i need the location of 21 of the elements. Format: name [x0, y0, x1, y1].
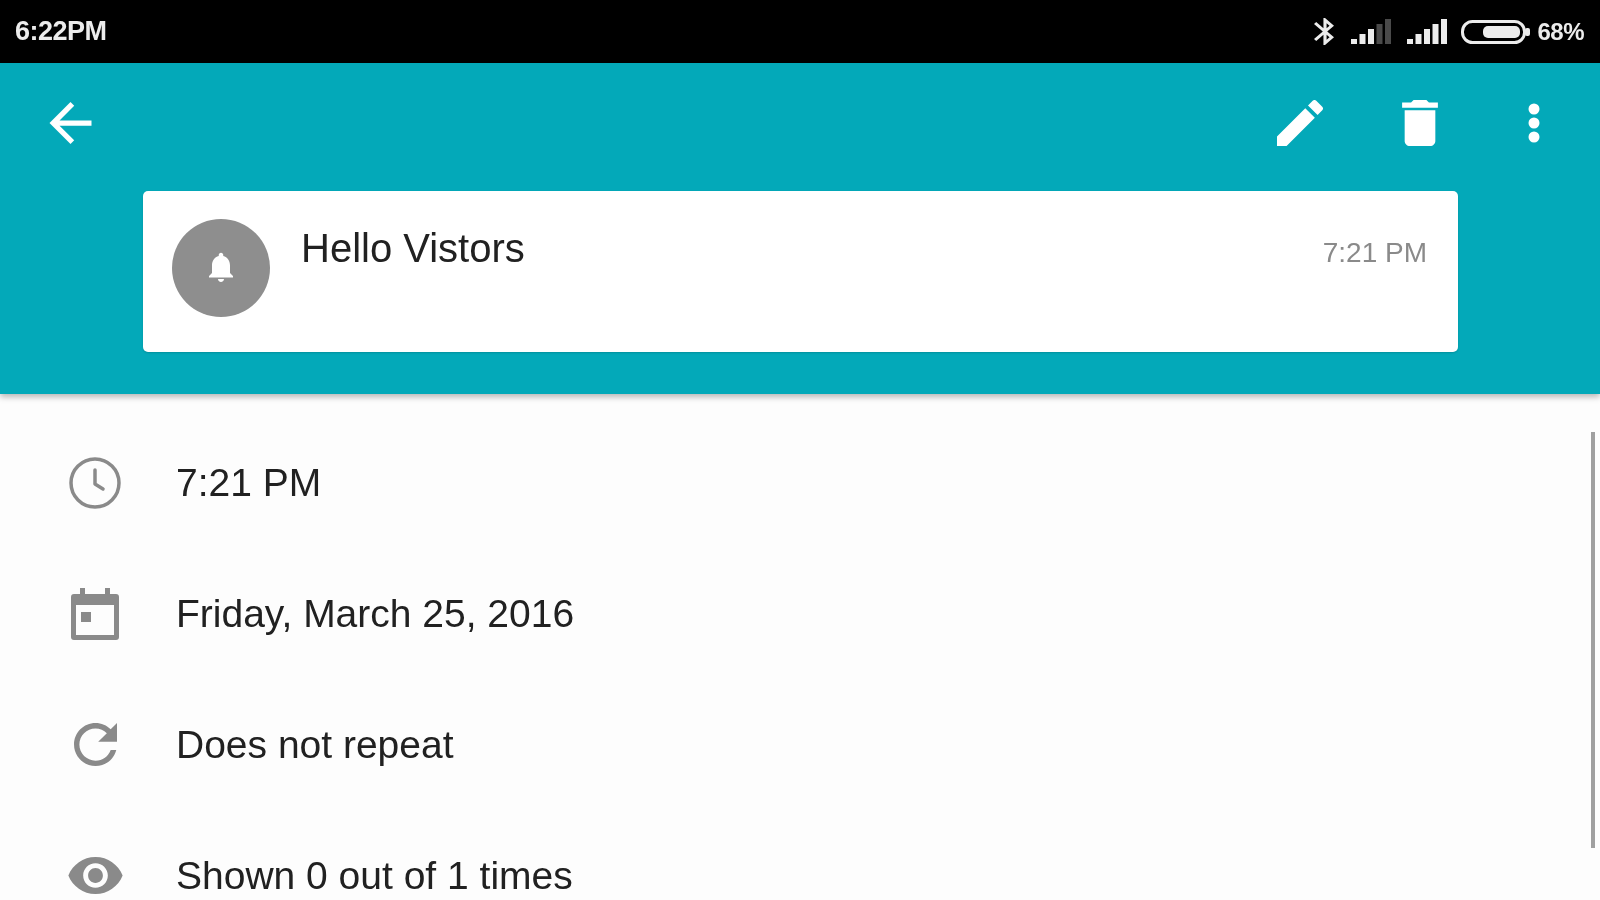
- battery-percent: 68%: [1537, 17, 1584, 46]
- detail-text: 7:21 PM: [176, 461, 322, 504]
- clock-icon: [69, 456, 121, 509]
- back-arrow-icon[interactable]: [49, 102, 92, 144]
- trash-icon[interactable]: [1402, 100, 1438, 146]
- calendar-icon: [71, 587, 119, 640]
- reminder-time: 7:21 PM: [1322, 237, 1427, 269]
- signal-icon: [1351, 19, 1392, 44]
- eye-icon: [67, 857, 123, 894]
- detail-text: Does not repeat: [176, 723, 454, 766]
- status-time: 6:22PM: [15, 16, 107, 47]
- more-menu-icon[interactable]: [1528, 103, 1540, 143]
- battery-icon: [1461, 19, 1532, 44]
- bell-icon: [172, 219, 270, 317]
- refresh-icon: [73, 723, 117, 766]
- detail-text: Friday, March 25, 2016: [176, 592, 575, 635]
- bluetooth-icon: [1314, 18, 1335, 45]
- signal-icon: [1407, 19, 1448, 44]
- reminder-title: Hello Vistors: [301, 225, 525, 271]
- pencil-icon[interactable]: [1277, 100, 1323, 146]
- detail-text: Shown 0 out of 1 times: [176, 854, 573, 897]
